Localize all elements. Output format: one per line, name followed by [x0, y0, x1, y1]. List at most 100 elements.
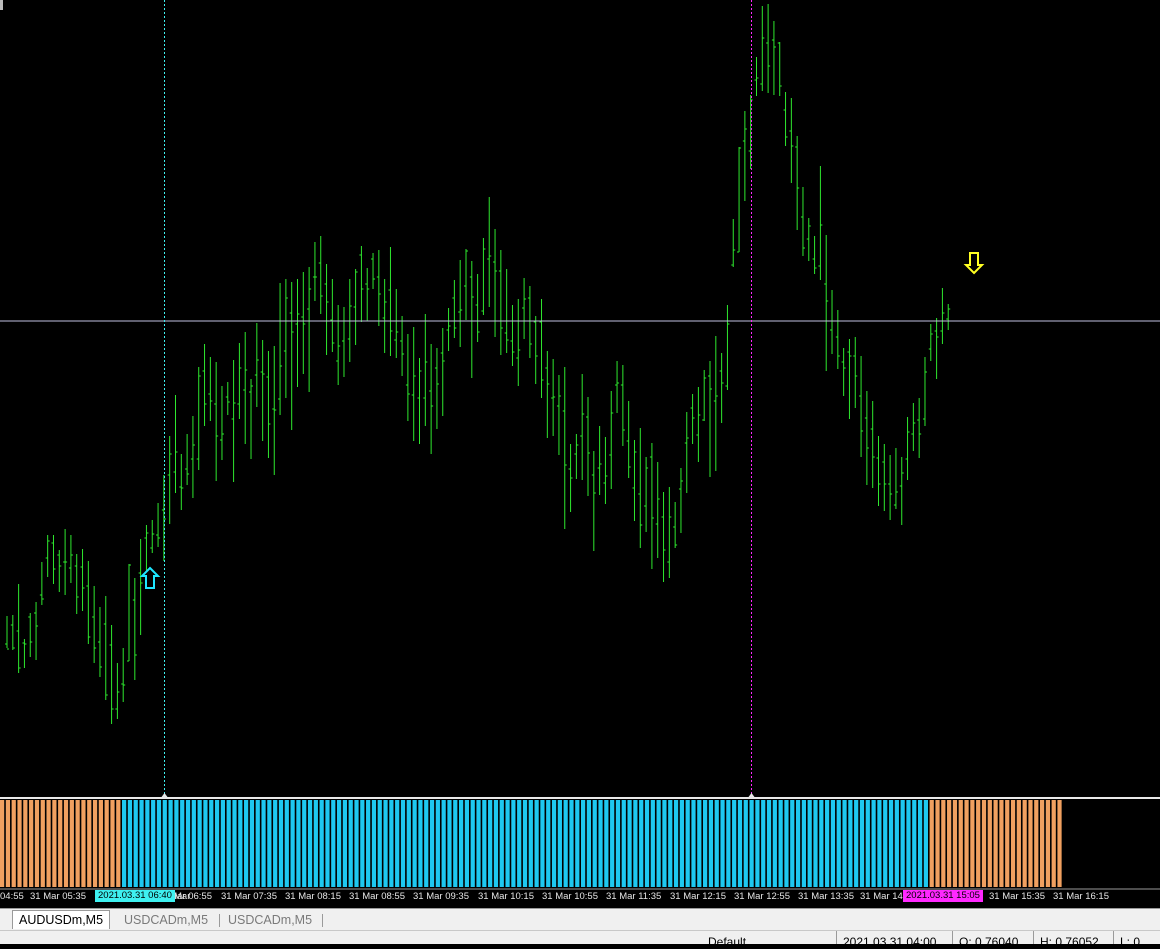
time-tick-label: 31 Mar 13:35 — [798, 891, 854, 902]
histogram-bar — [429, 800, 435, 887]
histogram-bar — [226, 800, 231, 887]
histogram-bar — [1045, 800, 1051, 887]
histogram-bar — [511, 800, 516, 887]
histogram-bar — [854, 800, 859, 887]
histogram-bar — [302, 800, 307, 887]
sell-line-time-tag: 2021.03.31 15:05 — [903, 890, 983, 902]
chart-tab[interactable]: AUDUSDm,M5 — [12, 910, 111, 929]
histogram-bar — [325, 800, 330, 887]
time-tick-label: 31 Mar 11:35 — [606, 891, 662, 902]
histogram-bar — [29, 800, 34, 887]
histogram-bar — [214, 800, 220, 887]
histogram-bar — [1010, 800, 1016, 887]
histogram-bar — [424, 800, 429, 887]
histogram-bar — [859, 800, 865, 887]
histogram-bar — [691, 800, 696, 887]
buy-line-time-tag: 2021.03.31 06:40 — [95, 890, 175, 902]
histogram-bar — [720, 800, 725, 887]
histogram-bar — [517, 800, 522, 887]
histogram-bar — [848, 800, 853, 887]
histogram-bar — [790, 800, 795, 887]
time-tick-label: 31 Mar 12:55 — [734, 891, 790, 902]
histogram-bar — [970, 800, 975, 887]
histogram-bar — [46, 800, 51, 887]
histogram-bar — [273, 800, 278, 887]
histogram-bar — [522, 800, 528, 887]
histogram-bar — [458, 800, 464, 887]
histogram-bar — [958, 800, 963, 887]
histogram-bar — [493, 800, 499, 887]
histogram-bar — [348, 800, 353, 887]
histogram-bar — [586, 800, 592, 887]
histogram-bar — [23, 800, 28, 887]
histogram-bar — [801, 800, 806, 887]
histogram-bar — [284, 800, 289, 887]
histogram-bar — [755, 800, 760, 887]
histogram-bar — [703, 800, 708, 887]
histogram-bar — [371, 800, 377, 887]
histogram-bar — [993, 800, 998, 887]
histogram-bar — [947, 800, 952, 887]
time-tick-label: 31 Mar 10:15 — [478, 891, 534, 902]
histogram-bar — [935, 800, 940, 887]
histogram-bar — [569, 800, 574, 887]
histogram-bar — [906, 800, 911, 887]
histogram-bar — [0, 800, 5, 887]
panel-separator[interactable] — [0, 797, 1160, 799]
signal-histogram — [0, 800, 1062, 887]
histogram-bar — [1016, 800, 1021, 887]
histogram-bar — [366, 800, 371, 887]
histogram-bar — [668, 800, 673, 887]
histogram-bar — [52, 800, 57, 887]
histogram-bar — [209, 800, 214, 887]
histogram-bar — [267, 800, 272, 887]
histogram-bar — [598, 800, 603, 887]
histogram-bar — [75, 800, 80, 887]
histogram-bar — [418, 800, 423, 887]
histogram-bar — [952, 800, 958, 887]
histogram-bar — [58, 800, 63, 887]
time-tick-label: 31 Mar 10:55 — [542, 891, 598, 902]
histogram-bar — [894, 800, 899, 887]
histogram-bar — [5, 800, 11, 887]
histogram-bar — [633, 800, 638, 887]
chart-tab[interactable]: USDCADm,M5 — [118, 911, 214, 929]
price-chart[interactable] — [0, 0, 1160, 943]
histogram-bar — [999, 800, 1004, 887]
histogram-bar — [156, 800, 162, 887]
histogram-bar — [255, 800, 260, 887]
histogram-bar — [749, 800, 754, 887]
histogram-bar — [441, 800, 446, 887]
main-chart-area[interactable] — [0, 0, 1160, 797]
histogram-bar — [168, 800, 173, 887]
status-bar: Default 2021.03.31 04:00 O: 0.76040 H: 0… — [0, 930, 1160, 949]
histogram-bar — [877, 800, 882, 887]
histogram-bar — [470, 800, 475, 887]
histogram-bar — [784, 800, 789, 887]
histogram-bar — [627, 800, 632, 887]
time-tick-label: 31 Mar 16:15 — [1053, 891, 1109, 902]
histogram-bar — [900, 800, 905, 887]
histogram-bar — [92, 800, 98, 887]
chart-tab[interactable]: USDCADm,M5 — [222, 911, 318, 929]
status-datetime: 2021.03.31 04:00 — [843, 935, 937, 949]
histogram-bar — [836, 800, 841, 887]
histogram-bar — [87, 800, 92, 887]
histogram-bar — [697, 800, 702, 887]
histogram-bar — [662, 800, 667, 887]
histogram-bar — [98, 800, 103, 887]
histogram-bar — [464, 800, 470, 887]
histogram-bar — [296, 800, 301, 887]
histogram-bar — [923, 800, 928, 887]
histogram-bar — [185, 800, 191, 887]
histogram-bar — [743, 800, 748, 887]
histogram-bar — [888, 800, 894, 887]
histogram-bar — [395, 800, 400, 887]
histogram-bar — [331, 800, 336, 887]
status-profile: Default — [708, 935, 747, 949]
histogram-bar — [290, 800, 295, 887]
histogram-bar — [354, 800, 359, 887]
histogram-bar — [453, 800, 458, 887]
histogram-bar — [174, 800, 179, 887]
histogram-bar — [1051, 800, 1056, 887]
